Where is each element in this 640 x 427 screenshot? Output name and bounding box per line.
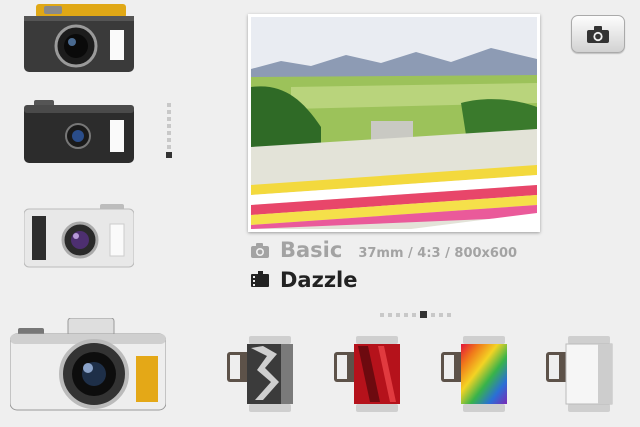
film-page-indicator — [380, 311, 455, 318]
selected-camera-slr[interactable] — [10, 318, 166, 412]
camera-spec: 37mm / 4:3 / 800x600 — [358, 246, 518, 261]
camera-icon — [587, 25, 609, 43]
film-option-red[interactable] — [334, 336, 404, 412]
shutter-button[interactable] — [571, 15, 625, 53]
preview-photo-frame — [248, 14, 540, 232]
camera-name: Basic — [280, 238, 343, 262]
camera-rack-scroll-indicator — [166, 103, 172, 161]
film-option-monochrome[interactable] — [227, 336, 297, 412]
film-option-rainbow[interactable] — [441, 336, 511, 412]
preview-photo[interactable] — [251, 17, 537, 229]
camera-icon — [251, 243, 269, 258]
film-name: Dazzle — [280, 268, 358, 292]
film-info-row: Dazzle — [250, 268, 358, 292]
film-roll-icon — [251, 271, 269, 287]
camera-info-row: Basic 37mm / 4:3 / 800x600 — [250, 238, 517, 262]
camera-option-silver[interactable] — [24, 204, 134, 268]
film-option-white[interactable] — [546, 336, 616, 412]
camera-option-black[interactable] — [24, 100, 134, 164]
camera-option-yellow-top[interactable] — [24, 4, 134, 72]
